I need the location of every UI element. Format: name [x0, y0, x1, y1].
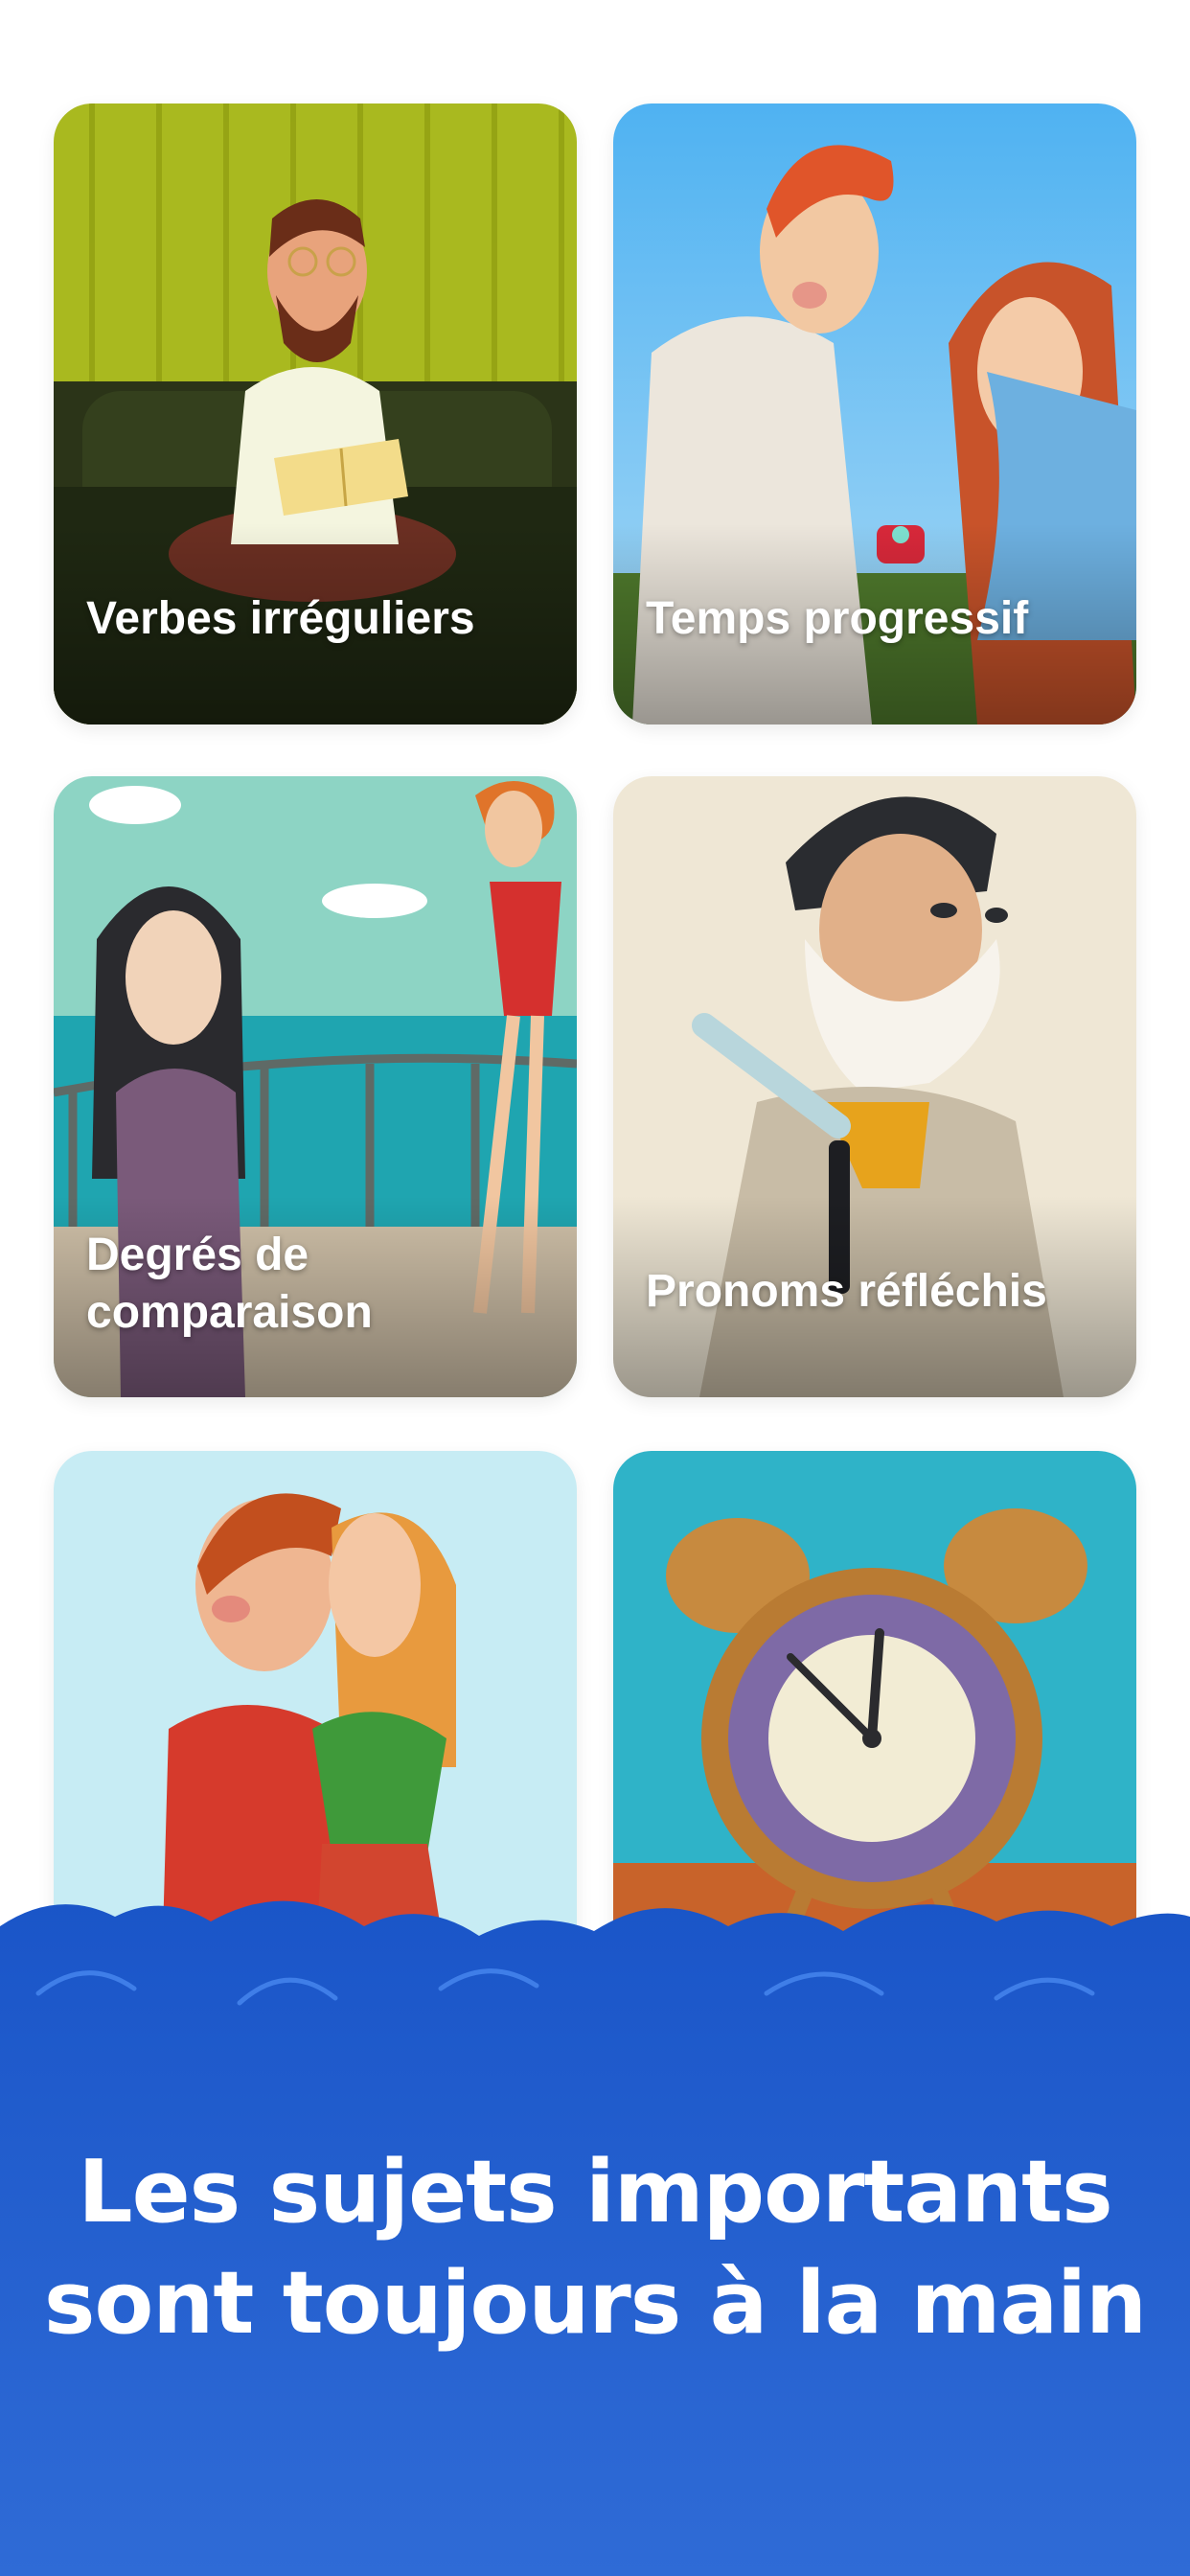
card-title: Pronoms réfléchis: [646, 1266, 1047, 1317]
topic-card-progressive-tense[interactable]: Temps progressif: [613, 104, 1136, 724]
card-title: Temps progressif: [646, 593, 1029, 644]
topic-card-reflexive-pronouns[interactable]: Pronoms réfléchis: [613, 776, 1136, 1397]
card-title: Verbes irréguliers: [86, 593, 475, 644]
page-headline: Les sujets importants sont toujours à la…: [43, 2142, 1147, 2354]
card-title: Degrés de comparaison: [86, 1230, 373, 1338]
topic-card-degrees-of-comparison[interactable]: Degrés de comparaison: [54, 776, 577, 1397]
topic-card-irregular-verbs[interactable]: Verbes irréguliers: [54, 104, 577, 724]
